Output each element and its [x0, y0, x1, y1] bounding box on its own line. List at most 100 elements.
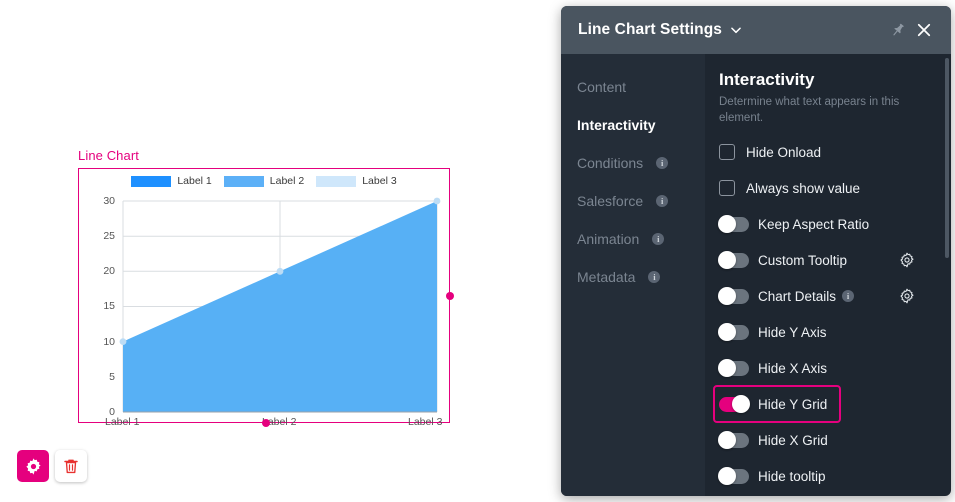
option-label: Custom Tooltip [758, 253, 847, 268]
settings-gear-button[interactable] [17, 450, 49, 482]
y-tick-label: 5 [89, 371, 115, 383]
option-row-hide-y-axis[interactable]: Hide Y Axis [719, 315, 933, 349]
nav-item-animation[interactable]: Animation i [561, 220, 705, 258]
y-tick-label: 10 [89, 336, 115, 348]
close-icon[interactable] [911, 17, 937, 43]
resize-handle-right[interactable] [446, 292, 454, 300]
option-label: Hide Y Grid [758, 397, 827, 412]
x-tick-label: Label 1 [105, 416, 139, 428]
option-row-always-show-value[interactable]: Always show value [719, 171, 933, 205]
chart-title: Line Chart [78, 148, 139, 163]
y-tick-label: 25 [89, 230, 115, 242]
legend-label: Label 2 [270, 175, 304, 187]
nav-item-label: Content [577, 79, 626, 95]
legend-label: Label 3 [362, 175, 396, 187]
chart-point [277, 268, 284, 275]
y-tick-label: 15 [89, 300, 115, 312]
option-label: Hide Y Axis [758, 325, 827, 340]
option-label: Hide tooltip [758, 469, 826, 484]
gear-icon[interactable] [899, 288, 915, 304]
toggle-knob [718, 251, 736, 269]
toggle-hide-y-grid[interactable] [719, 397, 749, 412]
legend-swatch-1 [131, 176, 171, 187]
resize-handle-bottom[interactable] [262, 419, 270, 427]
app-root: Line Chart [0, 0, 955, 502]
y-tick-label: 20 [89, 265, 115, 277]
option-row-chart-details[interactable]: Chart Details i [719, 279, 933, 313]
toggle-knob [718, 287, 736, 305]
x-tick-label: Label 3 [408, 416, 442, 428]
option-label: Keep Aspect Ratio [758, 217, 869, 232]
chart-legend: Label 1 Label 2 Label 3 [79, 175, 449, 187]
toggle-knob [718, 467, 736, 485]
pin-icon[interactable] [885, 17, 911, 43]
info-icon[interactable]: i [842, 290, 854, 302]
delete-button[interactable] [55, 450, 87, 482]
nav-item-conditions[interactable]: Conditions i [561, 144, 705, 182]
toggle-chart-details[interactable] [719, 289, 749, 304]
section-description: Determine what text appears in this elem… [719, 95, 915, 126]
nav-item-label: Metadata [577, 269, 635, 285]
toggle-knob [718, 215, 736, 233]
legend-item[interactable]: Label 2 [224, 175, 304, 187]
toggle-knob [718, 431, 736, 449]
toggle-knob [718, 323, 736, 341]
option-row-hide-tooltip[interactable]: Hide tooltip [719, 459, 933, 493]
nav-item-salesforce[interactable]: Salesforce i [561, 182, 705, 220]
info-icon[interactable]: i [652, 233, 664, 245]
option-row-keep-aspect-ratio[interactable]: Keep Aspect Ratio [719, 207, 933, 241]
option-row-hide-x-grid[interactable]: Hide X Grid [719, 423, 933, 457]
option-row-hide-x-axis[interactable]: Hide X Axis [719, 351, 933, 385]
element-toolbar-container: Lato [0, 440, 560, 502]
option-label: Hide X Axis [758, 361, 827, 376]
option-label: Hide X Grid [758, 433, 828, 448]
panel-scrollbar[interactable] [945, 58, 949, 258]
toggle-custom-tooltip[interactable] [719, 253, 749, 268]
info-icon[interactable]: i [656, 195, 668, 207]
option-label: Chart Details [758, 289, 836, 304]
nav-item-label: Salesforce [577, 193, 643, 209]
settings-panel: Line Chart Settings Content [561, 6, 951, 496]
toggle-keep-aspect-ratio[interactable] [719, 217, 749, 232]
panel-title: Line Chart Settings [578, 21, 722, 39]
toggle-knob [732, 395, 750, 413]
nav-item-metadata[interactable]: Metadata i [561, 258, 705, 296]
option-label: Always show value [746, 181, 860, 196]
y-tick-label: 30 [89, 195, 115, 207]
legend-swatch-3 [316, 176, 356, 187]
panel-nav: Content Interactivity Conditions i Sales… [561, 54, 705, 496]
legend-label: Label 1 [177, 175, 211, 187]
checkbox-always-show-value[interactable] [719, 180, 735, 196]
design-canvas[interactable]: Line Chart [0, 0, 560, 502]
toggle-knob [718, 359, 736, 377]
option-row-hide-onload[interactable]: Hide Onload [719, 135, 933, 169]
chart-element[interactable]: 30 25 20 15 10 5 0 Label 1 Label 2 Label… [78, 168, 450, 423]
checkbox-hide-onload[interactable] [719, 144, 735, 160]
gear-icon[interactable] [899, 252, 915, 268]
option-label: Hide Onload [746, 145, 821, 160]
info-icon[interactable]: i [656, 157, 668, 169]
legend-swatch-2 [224, 176, 264, 187]
info-icon[interactable]: i [648, 271, 660, 283]
chart-point [434, 198, 441, 205]
nav-item-content[interactable]: Content [561, 68, 705, 106]
toggle-hide-y-axis[interactable] [719, 325, 749, 340]
panel-header: Line Chart Settings [561, 6, 951, 54]
chevron-down-icon[interactable] [729, 23, 743, 37]
legend-item[interactable]: Label 1 [131, 175, 211, 187]
toggle-hide-tooltip[interactable] [719, 469, 749, 484]
legend-item[interactable]: Label 3 [316, 175, 396, 187]
option-row-custom-tooltip[interactable]: Custom Tooltip [719, 243, 933, 277]
nav-item-label: Interactivity [577, 117, 656, 133]
toggle-hide-x-axis[interactable] [719, 361, 749, 376]
line-chart-plot [79, 169, 451, 424]
chart-point [120, 338, 127, 345]
nav-item-interactivity[interactable]: Interactivity [561, 106, 705, 144]
panel-body: Content Interactivity Conditions i Sales… [561, 54, 951, 496]
panel-main: Interactivity Determine what text appear… [705, 54, 951, 496]
section-title: Interactivity [719, 70, 933, 90]
option-row-hide-y-grid[interactable]: Hide Y Grid [715, 387, 839, 421]
nav-item-label: Conditions [577, 155, 643, 171]
toggle-hide-x-grid[interactable] [719, 433, 749, 448]
nav-item-label: Animation [577, 231, 639, 247]
